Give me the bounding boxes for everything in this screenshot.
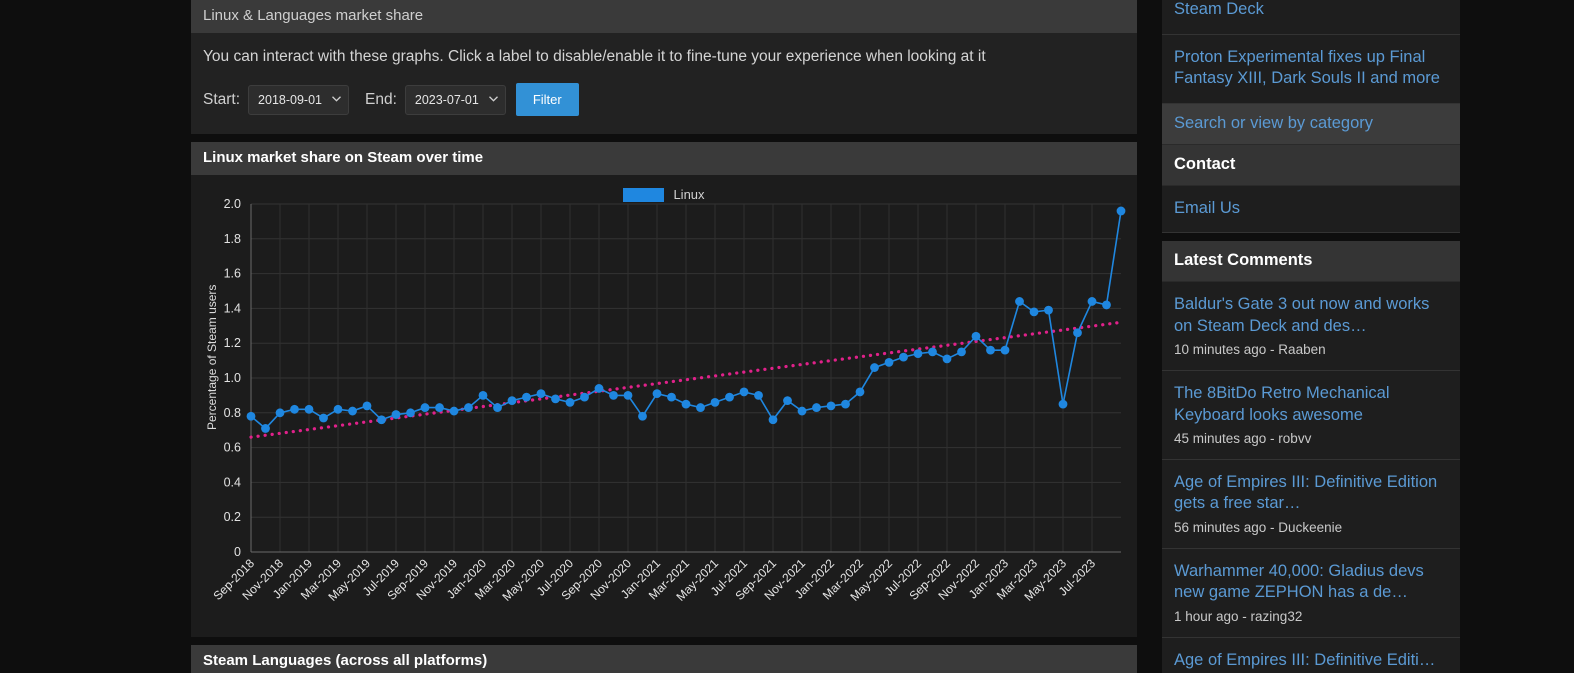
sidebar-comment-link[interactable]: The 8BitDo Retro Mechanical Keyboard loo… <box>1174 383 1448 426</box>
sidebar-article-item[interactable]: cheat update - now Playable on Steam Dec… <box>1162 0 1460 35</box>
interaction-hint-text: You can interact with these graphs. Clic… <box>191 33 1137 73</box>
end-date-value: 2023-07-01 <box>415 93 479 107</box>
sidebar-comment-meta: 45 minutes ago - robvv <box>1174 431 1448 446</box>
svg-text:1.4: 1.4 <box>224 302 241 316</box>
sidebar-comment-meta: 10 minutes ago - Raaben <box>1174 342 1448 357</box>
sidebar-comment-item[interactable]: Age of Empires III: Definitive Edition g… <box>1162 460 1460 549</box>
sidebar-divider <box>1162 233 1460 241</box>
svg-text:1.8: 1.8 <box>224 232 241 246</box>
sidebar-email-item[interactable]: Email Us <box>1162 186 1460 233</box>
sidebar-comment-meta: 1 hour ago - razing32 <box>1174 609 1448 624</box>
steam-languages-panel: Steam Languages (across all platforms) <box>191 645 1137 673</box>
sidebar-article-item[interactable]: Proton Experimental fixes up Final Fanta… <box>1162 35 1460 104</box>
svg-text:1.6: 1.6 <box>224 267 241 281</box>
sidebar-comment-item[interactable]: Warhammer 40,000: Gladius devs new game … <box>1162 549 1460 638</box>
linux-chart-title: Linux market share on Steam over time <box>191 142 1137 175</box>
start-date-value: 2018-09-01 <box>258 93 322 107</box>
steam-languages-title: Steam Languages (across all platforms) <box>191 645 1137 673</box>
svg-text:2.0: 2.0 <box>224 197 241 211</box>
page-root: Linux & Languages market share You can i… <box>0 0 1574 673</box>
sidebar-latest-comments-heading: Latest Comments <box>1162 241 1460 282</box>
right-sidebar: cheat update - now Playable on Steam Dec… <box>1162 0 1460 673</box>
filter-button[interactable]: Filter <box>516 83 579 116</box>
main-content-column: Linux & Languages market share You can i… <box>191 0 1137 673</box>
sidebar-email-link[interactable]: Email Us <box>1174 198 1448 219</box>
sidebar-comment-item[interactable]: The 8BitDo Retro Mechanical Keyboard loo… <box>1162 371 1460 460</box>
chevron-down-icon <box>489 94 498 105</box>
chevron-down-icon <box>332 94 341 105</box>
linux-chart-area: Linux Percentage of Steam users 00.20.40… <box>191 175 1137 637</box>
market-share-panel-title: Linux & Languages market share <box>191 0 1137 33</box>
sidebar-comment-item[interactable]: Age of Empires III: Definitive Editi… <box>1162 638 1460 673</box>
svg-text:1.0: 1.0 <box>224 371 241 385</box>
svg-text:0.8: 0.8 <box>224 406 241 420</box>
end-date-label: End: <box>365 91 397 109</box>
sidebar-comment-meta: 56 minutes ago - Duckeenie <box>1174 520 1448 535</box>
date-filter-row: Start: 2018-09-01 End: 2023-07-01 Filter <box>191 73 1137 134</box>
svg-text:0.4: 0.4 <box>224 476 241 490</box>
sidebar-article-link[interactable]: cheat update - now Playable on Steam Dec… <box>1174 0 1448 21</box>
sidebar-comment-item[interactable]: Baldur's Gate 3 out now and works on Ste… <box>1162 282 1460 371</box>
svg-text:1.2: 1.2 <box>224 336 241 350</box>
svg-text:0.2: 0.2 <box>224 510 241 524</box>
sidebar-category-link[interactable]: Search or view by category <box>1162 104 1460 145</box>
sidebar-comment-link[interactable]: Baldur's Gate 3 out now and works on Ste… <box>1174 294 1448 337</box>
end-date-select[interactable]: 2023-07-01 <box>405 85 506 115</box>
market-share-panel: Linux & Languages market share You can i… <box>191 0 1137 134</box>
sidebar-comment-link[interactable]: Warhammer 40,000: Gladius devs new game … <box>1174 561 1448 604</box>
start-date-label: Start: <box>203 91 240 109</box>
svg-text:0: 0 <box>234 545 241 559</box>
sidebar-contact-heading: Contact <box>1162 145 1460 186</box>
start-date-select[interactable]: 2018-09-01 <box>248 85 349 115</box>
line-chart-svg: 00.20.40.60.81.01.21.41.61.82.0Sep-2018N… <box>191 175 1137 637</box>
sidebar-comment-link[interactable]: Age of Empires III: Definitive Editi… <box>1174 650 1448 671</box>
sidebar-comment-link[interactable]: Age of Empires III: Definitive Edition g… <box>1174 472 1448 515</box>
sidebar-article-link[interactable]: Proton Experimental fixes up Final Fanta… <box>1174 47 1448 90</box>
svg-text:0.6: 0.6 <box>224 441 241 455</box>
linux-chart-panel: Linux market share on Steam over time Li… <box>191 142 1137 637</box>
